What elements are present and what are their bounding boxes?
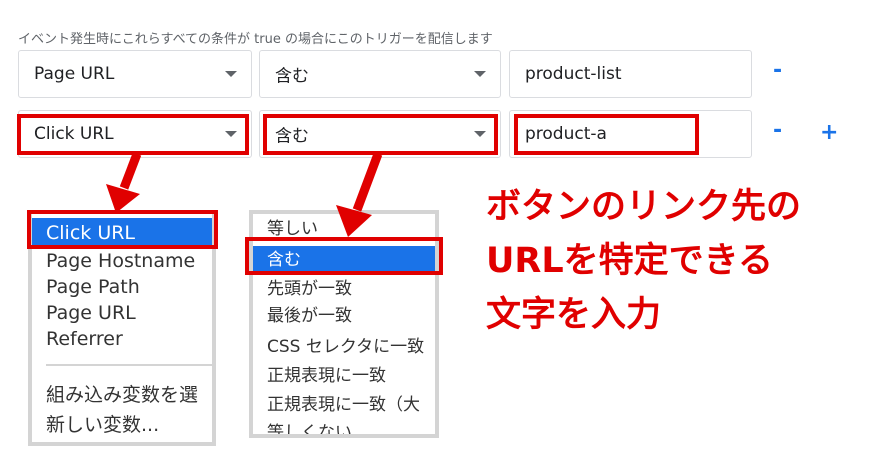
annotation-line-2: URLを特定できる (486, 241, 773, 281)
annotation-line-1: ボタンのリンク先の (486, 187, 802, 227)
annotation-text: ボタンのリンク先の URLを特定できる 文字を入力 (486, 180, 801, 342)
arrow-head-variable (106, 184, 140, 213)
arrow-to-variable-dropdown (119, 152, 142, 190)
annotation-line-3: 文字を入力 (486, 295, 662, 335)
arrow-to-operator-dropdown (352, 152, 383, 212)
arrow-head-operator (336, 205, 372, 237)
